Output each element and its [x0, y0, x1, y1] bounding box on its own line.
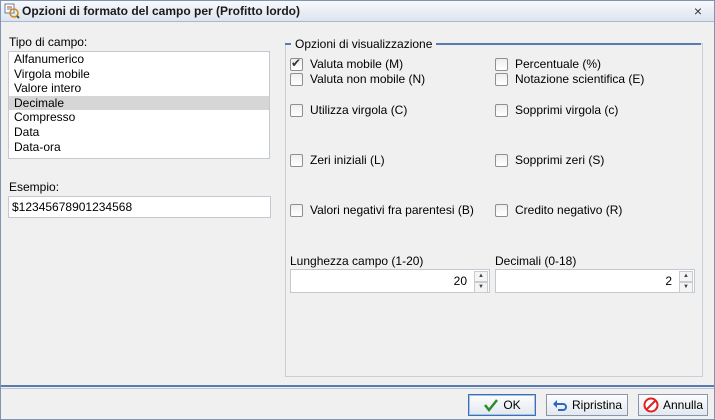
checkbox-box[interactable] [290, 72, 303, 86]
format-magnifier-icon [4, 3, 20, 19]
checkbox-box[interactable] [495, 203, 508, 217]
close-button[interactable]: × [690, 3, 706, 19]
list-item[interactable]: Compresso [9, 110, 269, 125]
undo-arrow-icon [552, 400, 567, 411]
title-bar: Opzioni di formato del campo per (Profit… [1, 1, 714, 22]
non-floating-currency-checkbox[interactable]: Valuta non mobile (N) [290, 71, 425, 87]
cancel-button-label: Annulla [662, 398, 704, 412]
list-item[interactable]: Alfanumerico [9, 52, 269, 67]
reset-button-label: Ripristina [571, 398, 622, 412]
spinner-up-button[interactable]: ▲ [679, 271, 693, 282]
dialog-title: Opzioni di formato del campo per (Profit… [22, 4, 300, 18]
use-comma-checkbox[interactable]: Utilizza virgola (C) [290, 102, 407, 118]
spinner-buttons: ▲ ▼ [474, 271, 488, 293]
decimals-spinner[interactable]: 2 ▲ ▼ [495, 269, 695, 293]
list-item-selected[interactable]: Decimale [9, 95, 269, 111]
percentage-checkbox[interactable]: Percentuale (%) [495, 56, 601, 72]
suppress-comma-checkbox[interactable]: Sopprimi virgola (c) [495, 102, 618, 118]
leading-zeros-checkbox[interactable]: Zeri iniziali (L) [290, 152, 385, 168]
checkbox-label: Percentuale (%) [515, 57, 602, 71]
checkbox-label: Valuta non mobile (N) [310, 72, 426, 86]
cancel-icon [643, 397, 659, 413]
scientific-notation-checkbox[interactable]: Notazione scientifica (E) [495, 71, 644, 87]
checkbox-label: Zeri iniziali (L) [310, 153, 385, 167]
checkmark-icon [484, 399, 499, 413]
suppress-zeros-checkbox[interactable]: Sopprimi zeri (S) [495, 152, 604, 168]
field-type-list[interactable]: Alfanumerico Virgola mobile Valore inter… [8, 51, 270, 159]
checkbox-box[interactable]: ✔ [290, 55, 303, 71]
reset-button[interactable]: Ripristina [546, 394, 628, 416]
display-options-legend: Opzioni di visualizzazione [291, 37, 437, 51]
cancel-button[interactable]: Annulla [638, 394, 708, 416]
checkbox-label: Credito negativo (R) [515, 203, 623, 217]
spinner-up-button[interactable]: ▲ [474, 271, 488, 282]
checkbox-label: Sopprimi virgola (c) [515, 103, 619, 117]
list-item[interactable]: Virgola mobile [9, 67, 269, 82]
checkbox-box[interactable] [495, 103, 508, 117]
checkbox-label: Valori negativi fra parentesi (B) [310, 203, 474, 217]
negative-parentheses-checkbox[interactable]: Valori negativi fra parentesi (B) [290, 202, 474, 218]
credit-negative-checkbox[interactable]: Credito negativo (R) [495, 202, 622, 218]
checkbox-label: Sopprimi zeri (S) [515, 153, 605, 167]
floating-currency-checkbox[interactable]: ✔ Valuta mobile (M) [290, 56, 403, 72]
checkbox-box[interactable] [290, 103, 303, 117]
field-length-spinner[interactable]: 20 ▲ ▼ [290, 269, 490, 293]
checkbox-label: Notazione scientifica (E) [515, 72, 645, 86]
footer-divider [1, 385, 714, 387]
example-field: $12345678901234568 [8, 196, 271, 218]
field-length-value[interactable]: 20 [454, 270, 467, 292]
list-item[interactable]: Valore intero [9, 81, 269, 96]
field-length-label: Lunghezza campo (1-20) [290, 254, 424, 268]
list-item[interactable]: Data-ora [9, 140, 269, 155]
decimals-value[interactable]: 2 [665, 270, 672, 292]
list-item[interactable]: Data [9, 125, 269, 140]
field-type-label: Tipo di campo: [9, 35, 88, 49]
checkbox-box[interactable] [495, 153, 508, 167]
checkmark-icon: ✔ [291, 55, 302, 70]
spinner-down-button[interactable]: ▼ [474, 282, 488, 293]
checkbox-box[interactable] [495, 57, 508, 71]
checkbox-box[interactable] [495, 72, 508, 86]
spinner-down-button[interactable]: ▼ [679, 282, 693, 293]
example-label: Esempio: [9, 180, 60, 194]
spinner-buttons: ▲ ▼ [679, 271, 693, 293]
decimals-label: Decimali (0-18) [495, 254, 577, 268]
checkbox-label: Utilizza virgola (C) [310, 103, 408, 117]
checkbox-box[interactable] [290, 153, 303, 167]
checkbox-box[interactable] [290, 203, 303, 217]
checkbox-label: Valuta mobile (M) [310, 57, 404, 71]
ok-button[interactable]: OK [468, 394, 536, 416]
format-options-dialog: Opzioni di formato del campo per (Profit… [0, 0, 715, 420]
ok-button-label: OK [503, 398, 521, 412]
